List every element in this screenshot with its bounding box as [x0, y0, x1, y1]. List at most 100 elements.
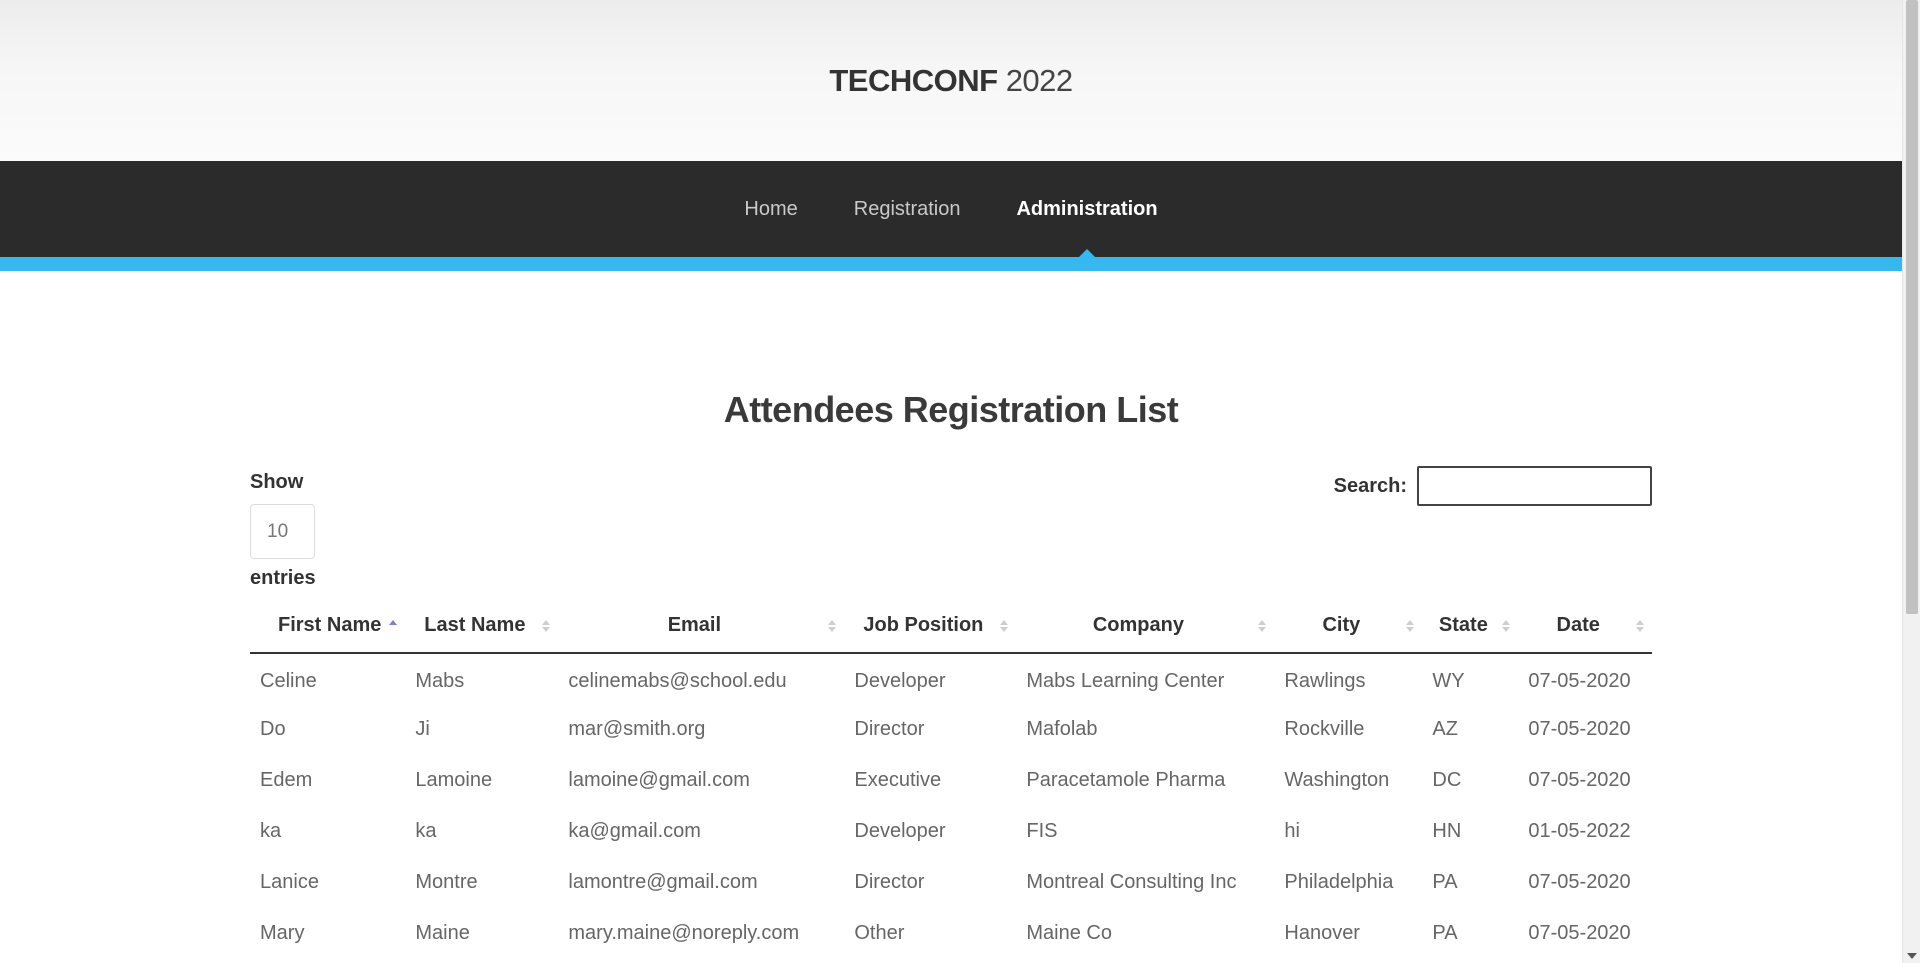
- column-header-label: Email: [667, 614, 722, 636]
- cell-job-position: Director: [854, 718, 925, 740]
- attendees-table: First Name Last Name Email Job Position: [250, 599, 1652, 959]
- table-row: Mary Maine mary.maine@noreply.com Other …: [250, 908, 1652, 959]
- table-header-row: First Name Last Name Email Job Position: [250, 599, 1652, 654]
- cell-job-position: Other: [854, 922, 905, 944]
- cell-last-name: Maine: [415, 922, 470, 944]
- cell-company: Mafolab: [1026, 718, 1098, 740]
- cell-city: Hanover: [1284, 922, 1360, 944]
- cell-job-position: Developer: [854, 669, 946, 692]
- cell-job-position: Executive: [854, 769, 942, 791]
- column-header-label: Date: [1556, 614, 1600, 636]
- cell-state: PA: [1432, 922, 1458, 944]
- brand-year: 2022: [1005, 62, 1073, 98]
- show-label: Show: [250, 471, 304, 493]
- column-header-job-position[interactable]: Job Position: [844, 599, 1017, 654]
- brand-name: TECHCONF: [829, 62, 998, 98]
- cell-company: Mabs Learning Center: [1026, 669, 1225, 692]
- cell-first-name: Edem: [260, 769, 313, 791]
- cell-job-position: Director: [854, 871, 925, 893]
- sort-icon: [1258, 619, 1267, 632]
- cell-city: Washington: [1284, 769, 1390, 791]
- nav-item-home[interactable]: Home: [716, 161, 825, 257]
- site-header: TECHCONF 2022: [0, 0, 1902, 161]
- cell-state: HN: [1432, 820, 1462, 842]
- table-controls: Show 10 entries Search:: [250, 466, 1652, 599]
- cell-date: 07-05-2020: [1528, 769, 1631, 791]
- cell-date: 01-05-2022: [1528, 820, 1631, 842]
- column-header-first-name[interactable]: First Name: [250, 599, 406, 654]
- cell-state: PA: [1432, 871, 1458, 893]
- cell-date: 07-05-2020: [1528, 718, 1631, 740]
- entries-length-control: Show 10 entries: [250, 471, 316, 590]
- cell-first-name: Mary: [260, 922, 305, 944]
- column-header-date[interactable]: Date: [1518, 599, 1652, 654]
- column-header-company[interactable]: Company: [1016, 599, 1275, 654]
- column-header-email[interactable]: Email: [558, 599, 845, 654]
- sort-icon: [828, 619, 837, 632]
- table-row: Edem Lamoine lamoine@gmail.com Executive…: [250, 755, 1652, 806]
- cell-city: Philadelphia: [1284, 871, 1394, 893]
- page-title: Attendees Registration List: [723, 389, 1179, 430]
- cell-email: lamoine@gmail.com: [568, 769, 750, 791]
- cell-date: 07-05-2020: [1528, 669, 1631, 692]
- column-header-last-name[interactable]: Last Name: [405, 599, 559, 654]
- column-header-label: First Name: [278, 614, 382, 636]
- vertical-scrollbar[interactable]: [1902, 0, 1920, 963]
- cell-city: hi: [1284, 820, 1300, 842]
- column-header-label: Job Position: [863, 614, 984, 636]
- sort-icon: [1000, 619, 1009, 632]
- cell-state: AZ: [1432, 718, 1458, 740]
- main-content: Attendees Registration List Show 10 entr…: [250, 271, 1652, 959]
- column-header-label: City: [1322, 614, 1361, 636]
- column-header-label: Last Name: [424, 614, 526, 636]
- cell-last-name: Montre: [415, 871, 478, 893]
- nav-item-registration[interactable]: Registration: [826, 161, 989, 257]
- column-header-label: Company: [1092, 614, 1184, 636]
- site-logo[interactable]: TECHCONF 2022: [829, 62, 1073, 99]
- search-input[interactable]: [1417, 466, 1652, 506]
- cell-state: DC: [1432, 769, 1462, 791]
- column-header-label: State: [1438, 614, 1488, 636]
- table-row: Lanice Montre lamontre@gmail.com Directo…: [250, 857, 1652, 908]
- table-row: ka ka ka@gmail.com Developer FIS hi HN 0…: [250, 806, 1652, 857]
- column-header-state[interactable]: State: [1422, 599, 1519, 654]
- cell-company: Montreal Consulting Inc: [1026, 871, 1237, 893]
- table-row: Celine Mabs celinemabs@school.edu Develo…: [250, 653, 1652, 704]
- cell-email: mar@smith.org: [568, 718, 706, 740]
- cell-state: WY: [1432, 669, 1465, 692]
- cell-company: Maine Co: [1026, 922, 1112, 944]
- nav-item-administration[interactable]: Administration: [988, 161, 1185, 257]
- cell-first-name: ka: [260, 820, 282, 842]
- cell-first-name: Lanice: [260, 871, 319, 893]
- column-header-city[interactable]: City: [1274, 599, 1423, 654]
- cell-date: 07-05-2020: [1528, 922, 1631, 944]
- sort-icon: [542, 619, 551, 632]
- page: TECHCONF 2022 Home Registration Administ…: [0, 0, 1902, 963]
- sort-ascending-icon: [389, 619, 398, 632]
- entries-label: entries: [250, 567, 316, 589]
- cell-date: 07-05-2020: [1528, 871, 1631, 893]
- cell-last-name: Ji: [415, 718, 430, 740]
- cell-first-name: Celine: [260, 669, 317, 692]
- scroll-down-arrow-icon[interactable]: [1907, 953, 1917, 959]
- entries-per-page-select[interactable]: 10: [250, 504, 315, 559]
- cell-first-name: Do: [260, 718, 286, 740]
- table-row: Do Ji mar@smith.org Director Mafolab Roc…: [250, 704, 1652, 755]
- cell-city: Rawlings: [1284, 669, 1366, 692]
- sort-icon: [1406, 619, 1415, 632]
- sort-icon: [1636, 619, 1644, 632]
- cell-email: mary.maine@noreply.com: [568, 922, 800, 944]
- main-nav: Home Registration Administration: [0, 161, 1902, 257]
- nav-accent-bar: [0, 257, 1902, 271]
- cell-last-name: ka: [415, 820, 437, 842]
- cell-job-position: Developer: [854, 820, 946, 842]
- cell-company: Paracetamole Pharma: [1026, 769, 1226, 791]
- search-control: Search:: [1334, 466, 1652, 506]
- cell-email: celinemabs@school.edu: [568, 669, 787, 692]
- cell-email: ka@gmail.com: [568, 820, 701, 842]
- cell-company: FIS: [1026, 820, 1058, 842]
- search-label: Search:: [1333, 474, 1407, 497]
- scrollbar-thumb[interactable]: [1906, 0, 1918, 614]
- cell-last-name: Mabs: [415, 669, 465, 692]
- cell-email: lamontre@gmail.com: [568, 871, 758, 893]
